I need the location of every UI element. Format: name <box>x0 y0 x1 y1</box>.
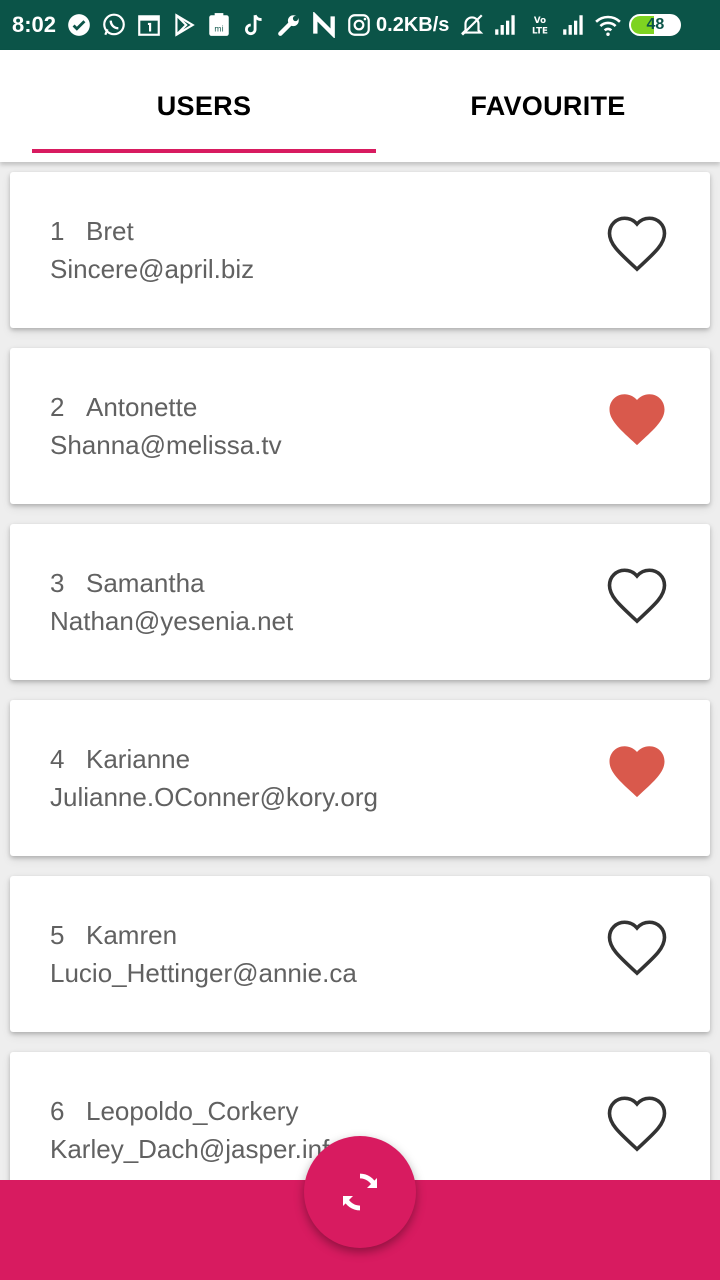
tab-indicator <box>32 149 376 153</box>
system-icons: Vo LTE 48 <box>459 12 682 38</box>
volte-icon: Vo LTE <box>527 12 553 38</box>
user-card[interactable]: 5 Kamren Lucio_Hettinger@annie.ca <box>10 876 710 1032</box>
user-card[interactable]: 1 Bret Sincere@april.biz <box>10 172 710 328</box>
user-email: Julianne.OConner@kory.org <box>50 782 378 812</box>
user-id: 3 <box>50 568 65 598</box>
check-circle-icon <box>66 12 92 38</box>
user-name: Karianne <box>86 744 191 774</box>
user-title: 2 Antonette <box>50 392 197 423</box>
notification-icons: mi <box>66 12 372 38</box>
status-bar: 8:02 mi 0.2KB/s Vo LTE 48 <box>0 0 720 50</box>
user-id: 2 <box>50 392 65 422</box>
user-title: 3 Samantha <box>50 568 205 599</box>
favourite-heart-outline-icon[interactable] <box>604 916 670 978</box>
user-name: Kamren <box>86 920 178 950</box>
status-time: 8:02 <box>12 12 57 37</box>
user-card[interactable]: 4 Karianne Julianne.OConner@kory.org <box>10 700 710 856</box>
user-list[interactable]: 1 Bret Sincere@april.biz 2 Antonette Sha… <box>0 162 720 1180</box>
wifi-icon <box>595 12 622 38</box>
signal-icon <box>493 12 519 38</box>
tiktok-icon <box>241 12 267 38</box>
refresh-icon <box>342 1173 378 1211</box>
favourite-heart-outline-icon[interactable] <box>604 212 670 274</box>
wrench-icon <box>276 12 302 38</box>
favourite-heart-filled-icon[interactable] <box>604 740 670 802</box>
user-name: Bret <box>86 216 134 246</box>
svg-text:mi: mi <box>214 25 224 34</box>
user-id: 5 <box>50 920 65 950</box>
user-email: Karley_Dach@jasper.info <box>50 1134 344 1164</box>
user-title: 4 Karianne <box>50 744 190 775</box>
mute-bell-icon <box>459 12 485 38</box>
user-email: Nathan@yesenia.net <box>50 606 294 636</box>
user-email: Shanna@melissa.tv <box>50 430 282 460</box>
user-id: 4 <box>50 744 65 774</box>
user-id: 1 <box>50 216 65 246</box>
tab-favourite[interactable]: FAVOURITE <box>376 50 720 162</box>
user-title: 5 Kamren <box>50 920 177 951</box>
whatsapp-icon <box>101 12 127 38</box>
user-card[interactable]: 2 Antonette Shanna@melissa.tv <box>10 348 710 504</box>
user-name: Leopoldo_Corkery <box>86 1096 299 1126</box>
user-email: Lucio_Hettinger@annie.ca <box>50 958 357 988</box>
signal-icon <box>561 12 587 38</box>
user-title: 6 Leopoldo_Corkery <box>50 1096 298 1127</box>
user-name: Samantha <box>86 568 205 598</box>
user-title: 1 Bret <box>50 216 134 247</box>
user-name: Antonette <box>86 392 198 422</box>
battery-icon: 48 <box>629 14 682 36</box>
favourite-heart-filled-icon[interactable] <box>604 388 670 450</box>
instagram-icon <box>346 12 372 38</box>
user-id: 6 <box>50 1096 65 1126</box>
tab-bar: USERS FAVOURITE <box>0 50 720 162</box>
battery-level: 48 <box>646 16 665 33</box>
svg-text:LTE: LTE <box>532 27 548 37</box>
refresh-button[interactable] <box>304 1136 416 1248</box>
play-store-icon <box>171 12 197 38</box>
user-card[interactable]: 3 Samantha Nathan@yesenia.net <box>10 524 710 680</box>
favourite-heart-outline-icon[interactable] <box>604 564 670 626</box>
tab-users[interactable]: USERS <box>32 50 376 162</box>
svg-text:Vo: Vo <box>534 16 546 26</box>
n-icon <box>311 12 337 38</box>
mi-icon: mi <box>206 12 232 38</box>
favourite-heart-outline-icon[interactable] <box>604 1092 670 1154</box>
network-speed: 0.2KB/s <box>376 13 450 36</box>
user-email: Sincere@april.biz <box>50 254 255 284</box>
calendar-icon <box>136 12 162 38</box>
